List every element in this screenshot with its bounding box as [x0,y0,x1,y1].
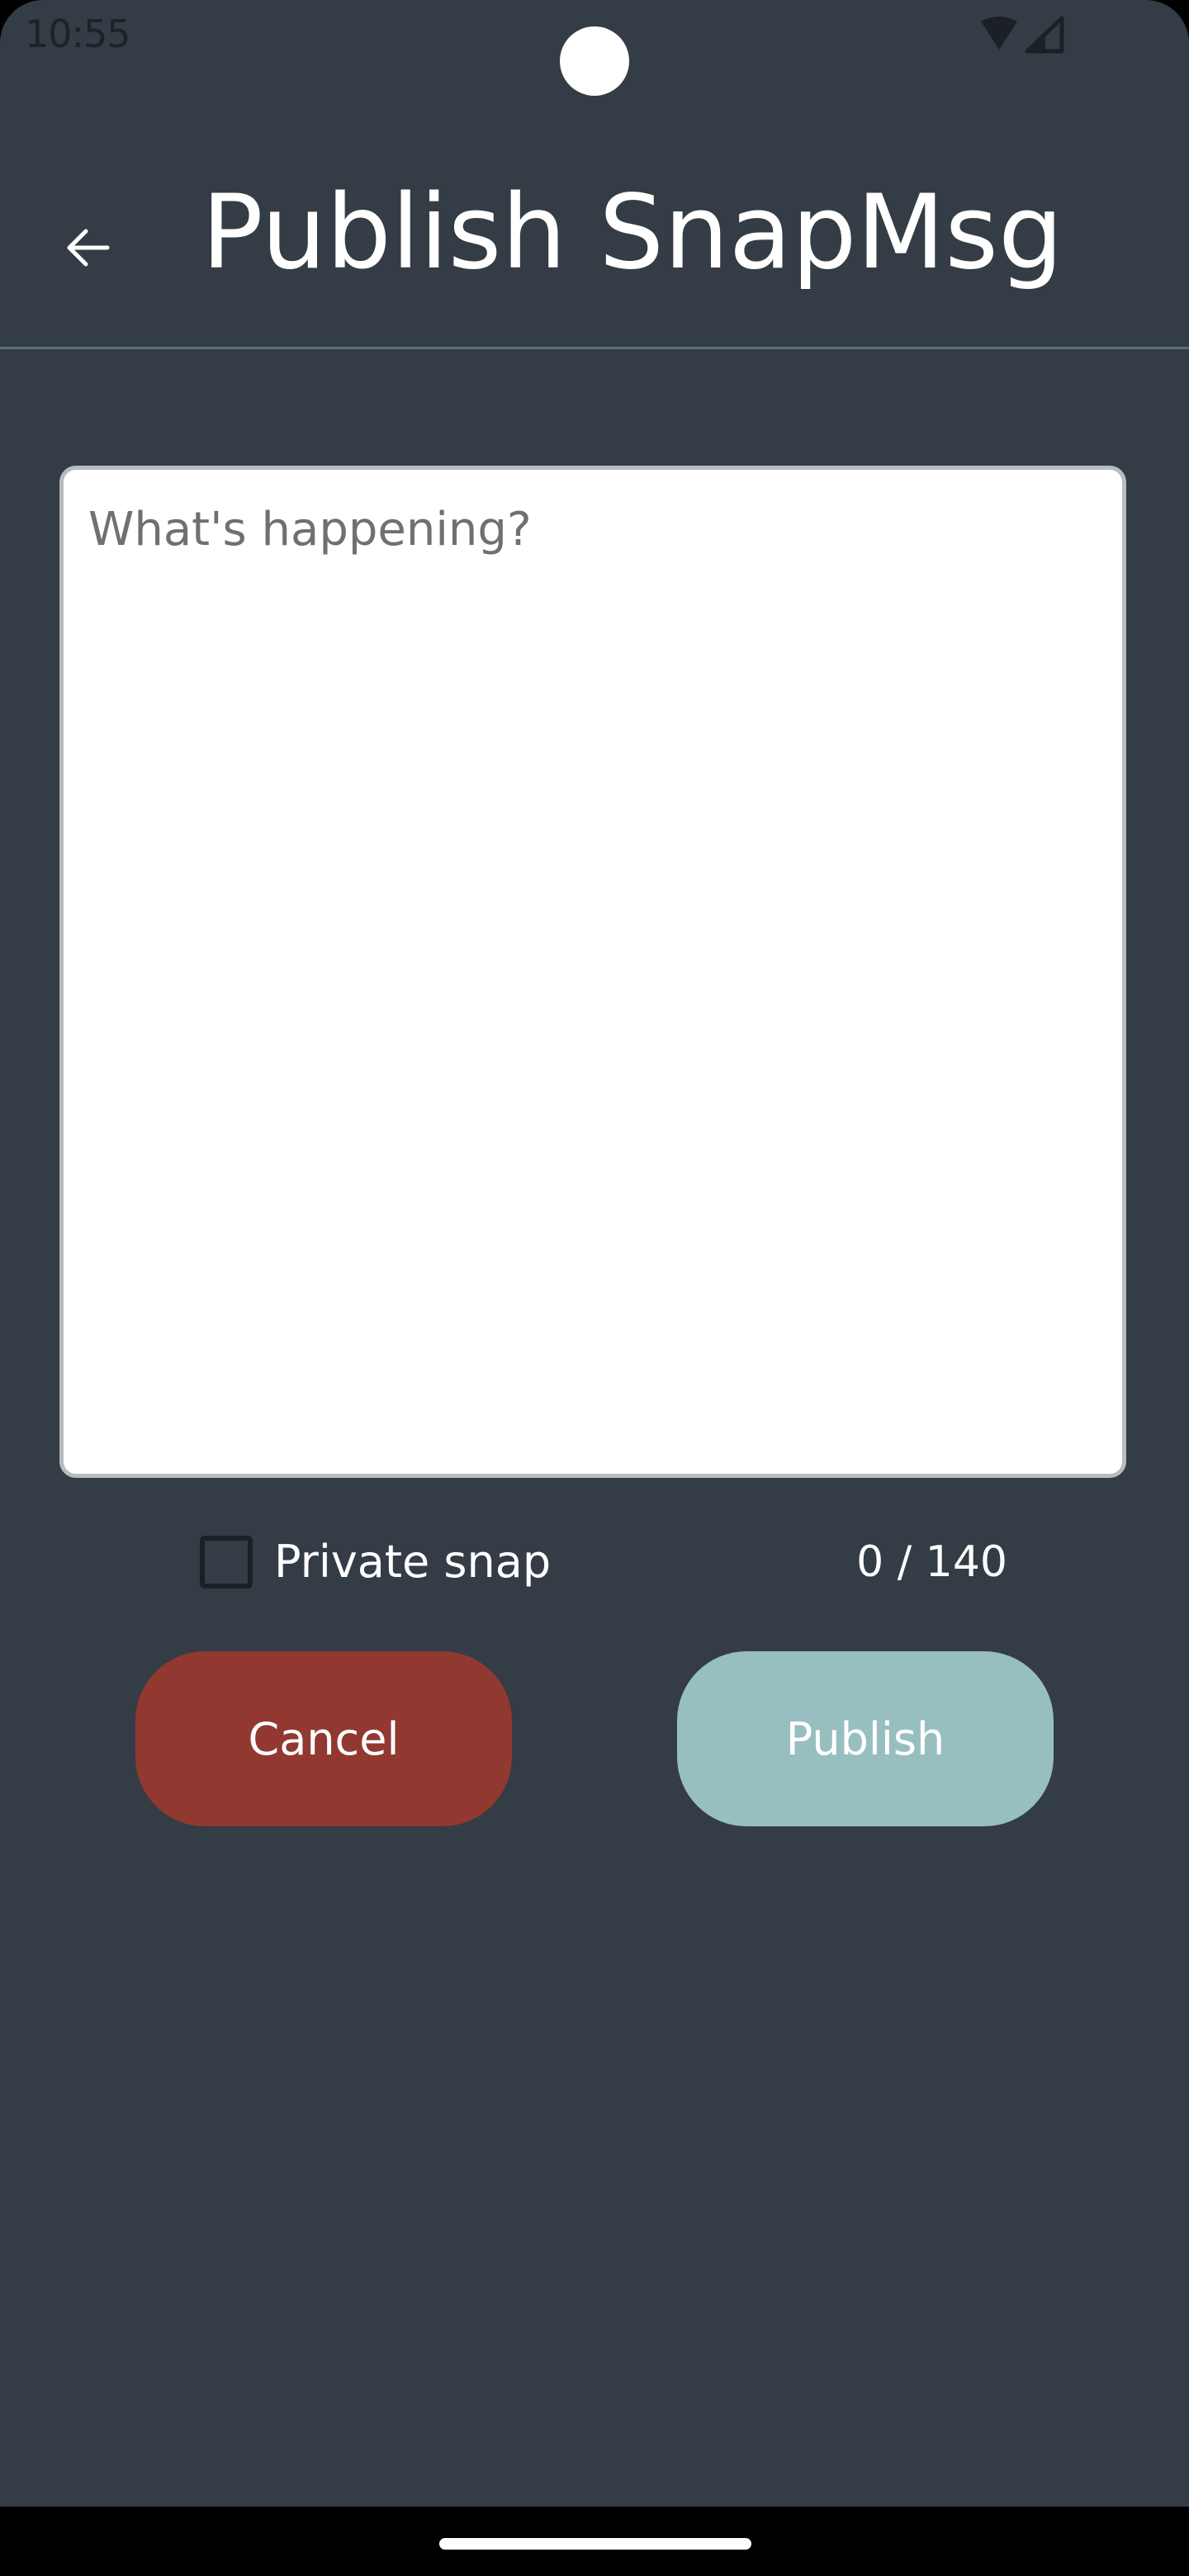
camera-cutout [560,26,629,96]
publish-button[interactable]: Publish [677,1651,1054,1826]
app-screen: 10:55 Publish SnapMsg Private snap 0 / 1… [0,0,1189,2576]
message-box [59,466,1126,1478]
arrow-back-icon [67,229,110,267]
top-app-bar: Publish SnapMsg [0,132,1189,349]
private-snap-label[interactable]: Private snap [274,1536,551,1589]
status-icons [974,15,1073,56]
navigation-bar [0,2507,1189,2576]
status-time: 10:55 [25,12,131,56]
page-title: Publish SnapMsg [201,173,1063,292]
cancel-button[interactable]: Cancel [135,1651,512,1826]
wifi-icon [981,17,1017,50]
home-indicator[interactable] [439,2538,751,2550]
private-snap-checkbox[interactable] [200,1536,253,1589]
back-button[interactable] [53,213,122,282]
message-input[interactable] [64,470,1122,1474]
character-counter: 0 / 140 [856,1537,1007,1587]
options-row: Private snap 0 / 140 [0,1529,1189,1595]
